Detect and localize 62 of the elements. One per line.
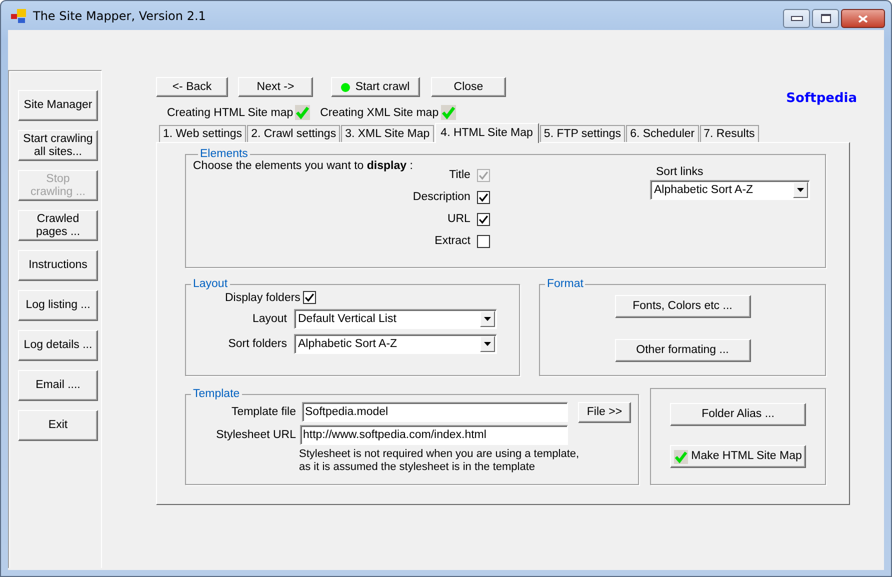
group-title: Template <box>192 388 241 400</box>
window-title: The Site Mapper, Version 2.1 <box>33 8 206 22</box>
stylesheet-url-field[interactable]: http://www.softpedia.com/index.html <box>300 425 568 445</box>
layout-dropdown[interactable]: Default Vertical List <box>294 309 497 329</box>
tab[interactable]: 3. XML Site Map <box>341 125 434 142</box>
format-button[interactable]: Other formating ... <box>614 339 750 362</box>
caret-icon[interactable] <box>480 311 495 327</box>
field-label: Display folders <box>225 292 300 304</box>
tab[interactable]: 6. Scheduler <box>626 125 699 142</box>
toolbar-button[interactable]: <- Back <box>156 77 228 97</box>
note-text: Stylesheet is not required when you are using a template, as it is assumed the stylesheet is in the template <box>299 448 580 474</box>
toolbar-button[interactable]: Start crawl <box>331 77 420 97</box>
tab[interactable]: 7. Results <box>700 125 759 142</box>
sidebar-button[interactable]: Log details ... <box>18 330 98 361</box>
action-button[interactable]: Folder Alias ... <box>670 403 806 426</box>
sidebar-button[interactable]: Log listing ... <box>18 290 98 321</box>
field-label: Template file <box>230 406 296 418</box>
caret-icon[interactable] <box>793 182 808 198</box>
toolbar-button[interactable]: Next -> <box>238 77 313 97</box>
sort-links-dropdown[interactable]: Alphabetic Sort A-Z <box>650 180 810 200</box>
sidebar-button[interactable]: Start crawling all sites... <box>18 130 98 161</box>
field-label: Sort links <box>656 166 704 178</box>
checkbox[interactable] <box>477 234 490 248</box>
action-button[interactable]: Make HTML Site Map <box>670 445 806 468</box>
option-label: URL <box>447 213 470 225</box>
sidebar-button[interactable]: Instructions <box>18 250 98 281</box>
sidebar-button[interactable]: Email .... <box>18 370 98 401</box>
tab[interactable]: 2. Crawl settings <box>247 125 340 142</box>
caret-icon[interactable] <box>480 336 495 352</box>
checkbox[interactable] <box>477 190 490 204</box>
tab[interactable]: 5. FTP settings <box>540 125 626 142</box>
minimize-button[interactable] <box>783 9 810 28</box>
field-label: Sort folders <box>227 338 287 350</box>
option-label: Title <box>449 169 470 181</box>
option-label: Description <box>412 191 470 203</box>
tab[interactable]: 4. HTML Site Map <box>434 123 539 143</box>
file-button[interactable]: File >> <box>578 402 631 422</box>
brand-label: Softpedia <box>786 91 857 106</box>
maximize-button[interactable] <box>812 9 839 28</box>
close-button[interactable] <box>841 9 885 28</box>
checkbox[interactable] <box>477 212 490 226</box>
app-icon <box>11 8 27 22</box>
group-title: Format <box>546 278 584 290</box>
format-button[interactable]: Fonts, Colors etc ... <box>614 295 750 318</box>
sidebar-button[interactable]: Site Manager <box>18 90 98 121</box>
sidebar-button[interactable]: Exit <box>18 410 98 441</box>
checkbox[interactable] <box>303 291 316 304</box>
prompt-text: Choose the elements you want to display : <box>193 160 413 174</box>
status-label: Creating HTML Site map <box>167 106 294 118</box>
field-label: Layout <box>251 313 287 325</box>
toolbar-button[interactable]: Close <box>431 77 506 97</box>
group-title: Layout <box>192 278 229 290</box>
sidebar-button[interactable]: Crawled pages ... <box>18 210 98 241</box>
group-title: Elements <box>199 148 249 160</box>
status-dot-icon <box>341 82 350 92</box>
sort-folders-dropdown[interactable]: Alphabetic Sort A-Z <box>294 334 497 354</box>
option-label: Extract <box>434 235 470 247</box>
status-label: Creating XML Site map <box>320 106 439 118</box>
tab[interactable]: 1. Web settings <box>159 125 246 142</box>
close-icon <box>858 14 868 22</box>
template-file-field[interactable]: Softpedia.model <box>302 402 568 422</box>
field-label: Stylesheet URL <box>215 429 296 441</box>
